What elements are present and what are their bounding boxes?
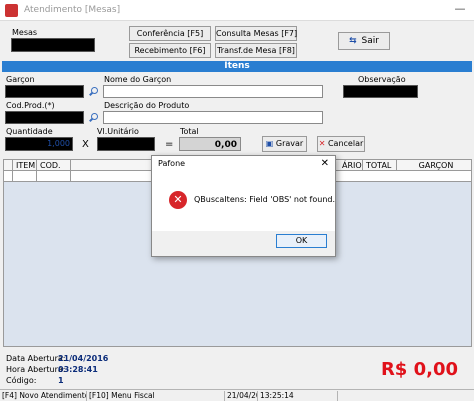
observacao-field[interactable] (343, 85, 418, 98)
total-label: Total (180, 127, 199, 136)
mesas-label: Mesas (12, 28, 38, 37)
equals-symbol: = (165, 139, 174, 150)
quantidade-label: Quantidade (6, 127, 53, 136)
status-time: 13:25:14 (258, 391, 338, 401)
app-icon (5, 4, 18, 17)
status-f4: [F4] Novo Atendimento (2, 391, 87, 401)
col-item[interactable]: ITEM (13, 160, 37, 171)
col-garcom[interactable]: GARÇON (397, 160, 472, 171)
window-titlebar: Atendimento [Mesas] — (0, 0, 474, 21)
quantidade-field[interactable]: 1,000 (5, 137, 73, 151)
nome-garcom-field[interactable] (103, 85, 323, 98)
window-title: Atendimento [Mesas] (24, 5, 121, 15)
itens-section-bar: Itens (2, 61, 472, 72)
cancel-icon: ✕ (318, 139, 326, 148)
hora-abertura-label: Hora Abertura: (6, 365, 66, 374)
cell-cod (37, 171, 71, 182)
cancelar-button[interactable]: ✕ Cancelar (317, 136, 365, 152)
search-garcom-icon[interactable] (88, 87, 98, 97)
total-display: R$ 0,00 (380, 359, 458, 380)
dialog-title: Pafone (152, 156, 335, 171)
nome-garcom-label: Nome do Garçon (104, 75, 172, 84)
consulta-mesas-button[interactable]: Consulta Mesas [F7] (215, 26, 297, 41)
multiply-symbol: X (82, 139, 89, 150)
observacao-label: Observação (358, 75, 406, 84)
grid-indicator-col (4, 160, 13, 171)
garcom-field[interactable] (5, 85, 84, 98)
transf-mesa-button[interactable]: Transf.de Mesa [F8] (215, 43, 297, 58)
cell-item (13, 171, 37, 182)
cod-prod-field[interactable] (5, 111, 84, 124)
col-cod[interactable]: COD. (37, 160, 71, 171)
error-dialog: Pafone ✕ ✕ QBuscaItens: Field 'OBS' not … (151, 155, 336, 257)
codigo-value: 1 (58, 376, 64, 385)
col-vlunitario[interactable]: ÁRIO (339, 160, 363, 171)
hora-abertura-value: 03:28:41 (58, 365, 98, 374)
vl-unitario-label: Vl.Unitário (97, 127, 139, 136)
gravar-label: Gravar (275, 139, 304, 148)
total-field: 0,00 (179, 137, 241, 151)
descricao-label: Descrição do Produto (104, 101, 190, 110)
codigo-label: Código: (6, 376, 37, 385)
status-date: 21/04/20 (227, 391, 258, 401)
descricao-field[interactable] (103, 111, 323, 124)
error-icon: ✕ (169, 191, 187, 209)
dialog-content: ✕ QBuscaItens: Field 'OBS' not found. (152, 171, 335, 231)
dialog-close-icon[interactable]: ✕ (321, 156, 329, 171)
col-total[interactable]: TOTAL (363, 160, 397, 171)
status-f10: [F10] Menu Fiscal (87, 391, 225, 401)
cancelar-label: Cancelar (327, 139, 364, 148)
data-abertura-label: Data Abertura: (6, 354, 66, 363)
conferencia-button[interactable]: Conferência [F5] (129, 26, 211, 41)
save-icon: ▣ (265, 139, 274, 148)
data-abertura-value: 21/04/2016 (58, 354, 109, 363)
minimize-button[interactable]: — (452, 3, 468, 17)
exit-icon: ⇆ (349, 36, 357, 46)
garcom-label: Garçon (6, 75, 35, 84)
ok-button[interactable]: OK (276, 234, 327, 248)
row-indicator (4, 171, 13, 182)
status-bar: [F4] Novo Atendimento [F10] Menu Fiscal … (0, 389, 474, 401)
cod-prod-label: Cod.Prod.(*) (6, 101, 55, 110)
gravar-button[interactable]: ▣ Gravar (262, 136, 307, 152)
sair-button[interactable]: ⇆ Sair (338, 32, 390, 50)
sair-label: Sair (361, 36, 379, 46)
search-produto-icon[interactable] (88, 113, 98, 123)
recebimento-button[interactable]: Recebimento [F6] (129, 43, 211, 58)
mesa-field[interactable] (11, 38, 95, 52)
dialog-message: QBuscaItens: Field 'OBS' not found. (194, 195, 336, 204)
vl-unitario-field[interactable] (97, 137, 155, 151)
